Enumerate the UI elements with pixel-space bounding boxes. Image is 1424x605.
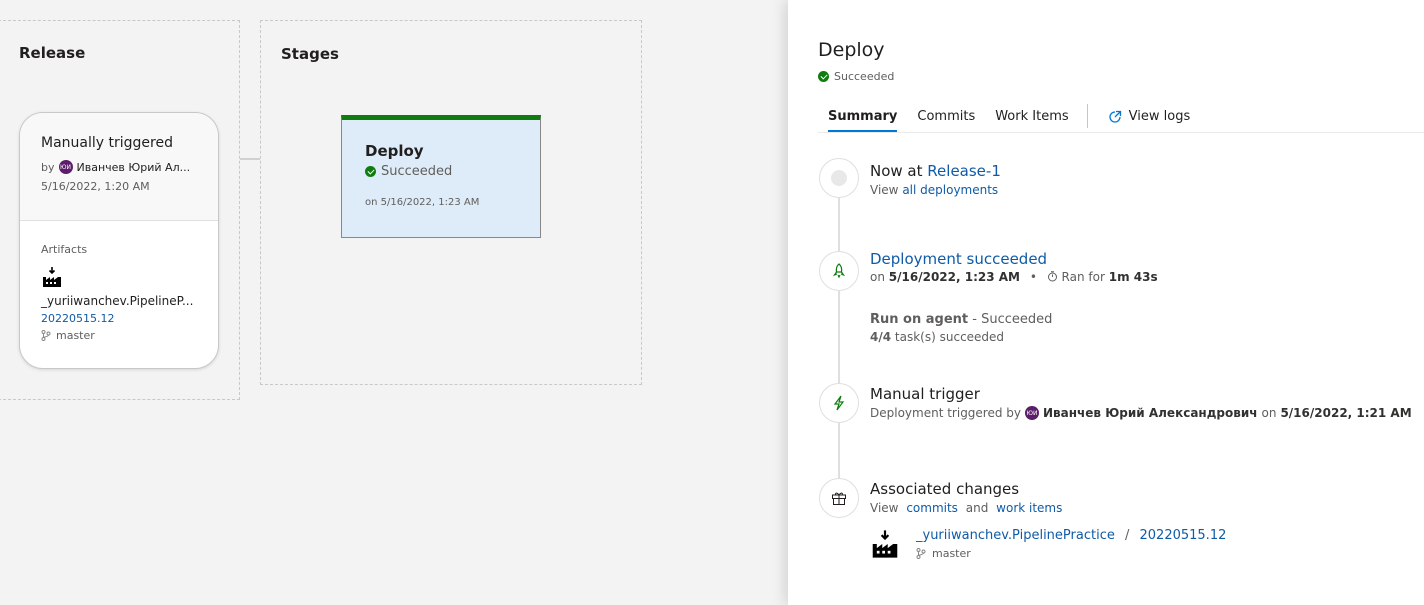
rocket-icon bbox=[832, 263, 846, 279]
view-logs-button[interactable]: View logs bbox=[1098, 104, 1201, 129]
manual-on-label: on bbox=[1261, 406, 1277, 420]
tasks-count: 4/4 bbox=[870, 330, 892, 344]
commits-link[interactable]: commits bbox=[906, 501, 958, 515]
gift-icon bbox=[832, 492, 846, 505]
tab-work-items[interactable]: Work Items bbox=[985, 104, 1078, 130]
work-items-link[interactable]: work items bbox=[996, 501, 1062, 515]
timeline-node-current bbox=[819, 158, 859, 198]
panel-title: Deploy bbox=[818, 39, 885, 61]
view-logs-label: View logs bbox=[1128, 109, 1191, 124]
stage-card-deploy[interactable]: Deploy Succeeded on 5/16/2022, 1:23 AM bbox=[341, 115, 541, 238]
release-card[interactable]: Manually triggered by ЮИ Иванчев Юрий Ал… bbox=[19, 112, 219, 369]
manual-trigger-user: Иванчев Юрий Александрович bbox=[1043, 406, 1258, 420]
ran-for-label: Ran for bbox=[1061, 270, 1105, 284]
external-link-icon bbox=[1109, 110, 1121, 123]
branch-name: master bbox=[932, 547, 971, 560]
stage-status: Succeeded bbox=[365, 164, 540, 179]
manual-trigger-date: 5/16/2022, 1:21 AM bbox=[1280, 406, 1412, 420]
current-dot-icon bbox=[831, 170, 847, 186]
manual-trigger-heading: Manual trigger bbox=[870, 385, 980, 403]
avatar: ЮИ bbox=[58, 160, 73, 174]
artifact-source-link[interactable]: _yuriiwanchev.PipelinePractice bbox=[916, 528, 1115, 543]
release-link[interactable]: Release-1 bbox=[927, 162, 1001, 180]
now-at-label: Now at bbox=[870, 162, 923, 180]
timeline-now-at: Now at Release-1 View all deployments bbox=[870, 162, 1001, 197]
lightning-icon bbox=[833, 395, 845, 411]
tab-summary[interactable]: Summary bbox=[818, 104, 907, 132]
changes-view-label: View bbox=[870, 501, 899, 515]
artifact-branch: master bbox=[41, 329, 218, 342]
agent-label[interactable]: Run on agent bbox=[870, 312, 968, 327]
release-stage-connector bbox=[240, 158, 260, 160]
stage-status-text: Succeeded bbox=[381, 164, 453, 179]
artifact-version-link[interactable]: 20220515.12 bbox=[1140, 528, 1227, 543]
timeline-node-trigger bbox=[819, 383, 859, 423]
deployment-succeeded-link[interactable]: Deployment succeeded bbox=[870, 250, 1158, 268]
timeline-line bbox=[838, 178, 840, 498]
release-card-header: Manually triggered by ЮИ Иванчев Юрий Ал… bbox=[20, 113, 218, 221]
tasks-text: task(s) succeeded bbox=[894, 330, 1005, 344]
agent-status: - Succeeded bbox=[972, 312, 1053, 327]
artifacts-label: Artifacts bbox=[41, 243, 88, 256]
manual-trigger-prefix: Deployment triggered by bbox=[870, 406, 1022, 420]
branch-name: master bbox=[56, 329, 95, 342]
timeline-manual-trigger: Manual trigger Deployment triggered by Ю… bbox=[870, 385, 1412, 420]
build-artifact-icon bbox=[43, 267, 61, 287]
artifacts-area: Artifacts _yuriiwanchev.PipelineP... 202… bbox=[20, 221, 218, 342]
by-label: by bbox=[41, 160, 55, 174]
agent-job: Run on agent - Succeeded 4/4 task(s) suc… bbox=[870, 312, 1052, 344]
artifact-branch: master bbox=[916, 547, 1226, 560]
deploy-date: 5/16/2022, 1:23 AM bbox=[888, 270, 1020, 284]
pipeline-canvas: Release Stages Manually triggered by ЮИ … bbox=[0, 0, 788, 605]
tab-divider bbox=[1086, 104, 1088, 128]
ran-for-value: 1m 43s bbox=[1108, 270, 1158, 284]
release-date: 5/16/2022, 1:20 AM bbox=[41, 180, 150, 193]
stage-name: Deploy bbox=[365, 142, 424, 160]
view-label: View bbox=[870, 183, 899, 197]
build-artifact-icon bbox=[872, 530, 898, 558]
timeline-node-changes bbox=[819, 478, 859, 518]
artifact-name: _yuriiwanchev.PipelineP... bbox=[41, 294, 194, 308]
stages-section-title: Stages bbox=[281, 45, 339, 63]
artifact-version-link[interactable]: 20220515.12 bbox=[41, 312, 218, 325]
deploy-on-label: on bbox=[870, 270, 885, 284]
associated-artifact: _yuriiwanchev.PipelinePractice / 2022051… bbox=[870, 528, 1226, 560]
panel-tabs: Summary Commits Work Items View logs bbox=[818, 104, 1424, 133]
associated-changes-heading: Associated changes bbox=[870, 480, 1020, 498]
timeline-associated-changes: Associated changes View commits and work… bbox=[870, 480, 1062, 515]
all-deployments-link[interactable]: all deployments bbox=[902, 183, 998, 197]
release-byline: by ЮИ Иванчев Юрий Ал... bbox=[41, 160, 218, 174]
panel-status-text: Succeeded bbox=[834, 70, 895, 83]
branch-icon bbox=[916, 548, 926, 559]
timeline-deployment: Deployment succeeded on 5/16/2022, 1:23 … bbox=[870, 250, 1158, 284]
success-check-icon bbox=[818, 71, 829, 82]
trigger-label: Manually triggered bbox=[41, 135, 173, 151]
stage-time: on 5/16/2022, 1:23 AM bbox=[365, 197, 480, 208]
timer-icon bbox=[1047, 271, 1057, 282]
separator-bullet: • bbox=[1029, 270, 1037, 284]
release-section-title: Release bbox=[19, 44, 86, 62]
avatar: ЮИ bbox=[1025, 406, 1040, 420]
and-label: and bbox=[965, 501, 989, 515]
release-user-name: Иванчев Юрий Ал... bbox=[76, 160, 191, 174]
timeline-node-deployment bbox=[819, 251, 859, 291]
branch-icon bbox=[41, 330, 51, 341]
path-separator: / bbox=[1124, 528, 1130, 543]
tab-commits[interactable]: Commits bbox=[907, 104, 985, 130]
panel-status: Succeeded bbox=[818, 70, 894, 83]
success-check-icon bbox=[365, 166, 376, 177]
deploy-details-panel: Deploy Succeeded Summary Commits Work It… bbox=[788, 0, 1424, 605]
